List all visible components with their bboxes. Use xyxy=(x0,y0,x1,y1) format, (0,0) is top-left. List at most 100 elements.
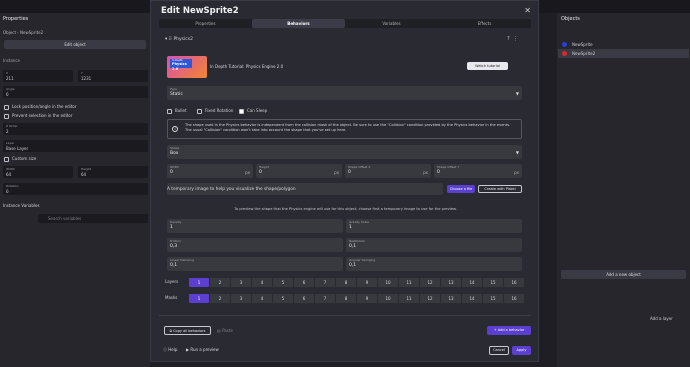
layer-value: Base Layer xyxy=(6,146,29,151)
bullet-box[interactable] xyxy=(167,108,172,114)
height-label: Height xyxy=(81,167,91,171)
mask-toggle-2[interactable]: 2 xyxy=(210,294,230,303)
help-button[interactable]: ⓘ Help xyxy=(163,347,177,353)
watch-tutorial-button[interactable]: Watch tutorial xyxy=(467,62,508,70)
shape-width-field[interactable]: Width 0 px xyxy=(167,164,253,178)
paste-button[interactable]: ▤ Paste xyxy=(217,328,233,333)
add-object-button[interactable]: Add a new object xyxy=(561,270,686,279)
bullet-checkbox[interactable]: Bullet xyxy=(167,108,187,114)
angular-damping-value: 0,1 xyxy=(349,263,357,268)
mask-toggle-10[interactable]: 10 xyxy=(378,294,398,303)
can-sleep-checkbox[interactable]: Can Sleep xyxy=(239,108,267,114)
layer-toggle-11[interactable]: 11 xyxy=(399,278,419,287)
shape-select[interactable]: Shape Box ▼ xyxy=(167,145,522,159)
lock-label: Lock position/angle in the editor xyxy=(12,104,77,109)
mask-toggle-6[interactable]: 6 xyxy=(294,294,314,303)
mask-toggle-13[interactable]: 13 xyxy=(441,294,461,303)
tab-effects[interactable]: Effects xyxy=(438,19,531,28)
tutorial-thumbnail[interactable]: In Depth Physics 2.0 xyxy=(167,56,207,78)
friction-field[interactable]: Friction 0,3 xyxy=(167,238,343,252)
angle-field[interactable] xyxy=(3,86,148,98)
mask-toggle-14[interactable]: 14 xyxy=(462,294,482,303)
density-value: 1 xyxy=(170,225,173,230)
tab-behaviors[interactable]: Behaviors xyxy=(252,19,345,28)
layer-toggle-7[interactable]: 7 xyxy=(315,278,335,287)
fixed-rotation-checkbox[interactable]: Fixed Rotation xyxy=(197,108,233,114)
gravity-scale-field[interactable]: Gravity Scale 1 xyxy=(346,219,522,233)
custom-size-checkbox[interactable]: Custom size xyxy=(4,156,36,162)
cancel-button[interactable]: Cancel xyxy=(489,346,509,355)
mask-toggle-16[interactable]: 16 xyxy=(504,294,524,303)
mask-toggle-15[interactable]: 15 xyxy=(483,294,503,303)
linear-damping-field[interactable]: Linear Damping 0,1 xyxy=(167,257,343,271)
layer-toggle-3[interactable]: 3 xyxy=(231,278,251,287)
object-item-newsprite[interactable]: NewSprite xyxy=(558,40,689,49)
layer-toggle-12[interactable]: 12 xyxy=(420,278,440,287)
mask-toggle-4[interactable]: 4 xyxy=(252,294,272,303)
mask-toggle-3[interactable]: 3 xyxy=(231,294,251,303)
can-sleep-box[interactable] xyxy=(239,108,244,114)
shape-offset-x-field[interactable]: Shape Offset X 0 px xyxy=(345,164,431,178)
lock-box[interactable] xyxy=(4,104,9,110)
type-select[interactable]: Type Static ▼ xyxy=(167,86,522,100)
add-layer-button[interactable]: Add a layer xyxy=(650,316,673,321)
zorder-field[interactable] xyxy=(3,123,148,135)
properties-title: Properties xyxy=(3,16,29,22)
type-value: Static xyxy=(170,92,183,97)
fixed-rotation-label: Fixed Rotation xyxy=(205,108,234,113)
custom-size-box[interactable] xyxy=(4,156,9,162)
layer-toggle-13[interactable]: 13 xyxy=(441,278,461,287)
apply-button[interactable]: Apply xyxy=(512,346,531,355)
help-icon[interactable]: ? xyxy=(507,36,510,42)
create-with-piskel-button[interactable]: Create with Piskel xyxy=(478,185,522,193)
restitution-field[interactable]: Restitution 0,1 xyxy=(346,238,522,252)
mask-toggle-9[interactable]: 9 xyxy=(357,294,377,303)
rotation-field[interactable] xyxy=(3,183,148,195)
angular-damping-label: Angular Damping xyxy=(349,258,376,262)
layer-toggle-10[interactable]: 10 xyxy=(378,278,398,287)
behavior-header[interactable]: ▾ ⠿ Physics2 xyxy=(165,37,193,42)
shape-offset-y-field[interactable]: Shape Offset Y 0 px xyxy=(434,164,522,178)
tab-variables[interactable]: Variables xyxy=(345,19,438,28)
layer-toggle-8[interactable]: 8 xyxy=(336,278,356,287)
sprite-icon xyxy=(562,51,567,56)
angular-damping-field[interactable]: Angular Damping 0,1 xyxy=(346,257,522,271)
mask-toggle-8[interactable]: 8 xyxy=(336,294,356,303)
layer-toggle-6[interactable]: 6 xyxy=(294,278,314,287)
tab-properties[interactable]: Properties xyxy=(159,19,252,28)
copy-all-behaviors-button[interactable]: ⧉ Copy all behaviors xyxy=(164,326,211,335)
shape-height-unit: px xyxy=(334,170,339,175)
copy-all-behaviors-label: Copy all behaviors xyxy=(173,329,206,333)
layer-toggle-5[interactable]: 5 xyxy=(273,278,293,287)
choose-file-button[interactable]: Choose a file xyxy=(447,185,475,193)
fixed-rotation-box[interactable] xyxy=(197,108,202,114)
mask-toggle-12[interactable]: 12 xyxy=(420,294,440,303)
shape-height-field[interactable]: Height 0 px xyxy=(256,164,342,178)
run-preview-button[interactable]: ▶ Run a preview xyxy=(186,347,219,352)
layer-toggle-15[interactable]: 15 xyxy=(483,278,503,287)
lock-checkbox[interactable]: Lock position/angle in the editor xyxy=(4,104,76,110)
drag-handle-icon[interactable]: ⠿ xyxy=(169,37,172,42)
edit-object-button[interactable]: Edit object xyxy=(4,40,146,49)
mask-toggle-1[interactable]: 1 xyxy=(189,294,209,303)
layer-toggle-9[interactable]: 9 xyxy=(357,278,377,287)
layer-toggle-1[interactable]: 1 xyxy=(189,278,209,287)
close-icon[interactable]: ✕ xyxy=(524,6,531,15)
layer-toggle-4[interactable]: 4 xyxy=(252,278,272,287)
shape-offset-x-value: 0 xyxy=(348,170,351,175)
chevron-down-icon[interactable]: ▾ xyxy=(165,37,167,42)
mask-toggle-11[interactable]: 11 xyxy=(399,294,419,303)
more-menu-icon[interactable]: ⋮ xyxy=(513,36,518,42)
prevent-checkbox[interactable]: Prevent selection in the editor xyxy=(4,113,72,119)
add-behavior-button[interactable]: + Add a behavior xyxy=(487,326,531,335)
mask-toggle-5[interactable]: 5 xyxy=(273,294,293,303)
shape-label: Shape xyxy=(170,146,180,150)
shape-offset-x-label: Shape Offset X xyxy=(348,165,371,169)
object-item-newsprite2[interactable]: NewSprite2 xyxy=(558,49,689,58)
prevent-box[interactable] xyxy=(4,113,9,119)
layer-toggle-2[interactable]: 2 xyxy=(210,278,230,287)
mask-toggle-7[interactable]: 7 xyxy=(315,294,335,303)
layer-toggle-14[interactable]: 14 xyxy=(462,278,482,287)
layer-toggle-16[interactable]: 16 xyxy=(504,278,524,287)
density-field[interactable]: Density 1 xyxy=(167,219,343,233)
